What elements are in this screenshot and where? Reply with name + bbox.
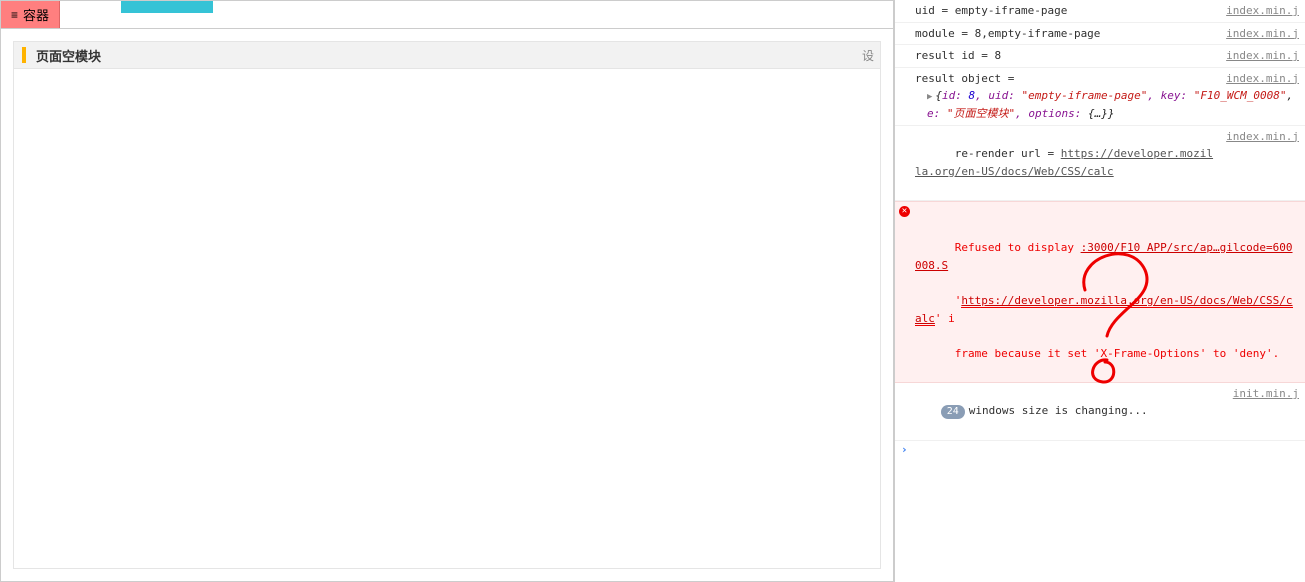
module-header: 页面空模块 设 — [13, 41, 881, 69]
console-log-row[interactable]: result object = index.min.j ▶{id: 8, uid… — [895, 68, 1305, 126]
expand-triangle-icon[interactable]: ▶ — [927, 90, 932, 104]
hamburger-icon: ≡ — [11, 8, 18, 22]
log-object-preview[interactable]: ▶{id: 8, uid: "empty-iframe-page", key: … — [901, 87, 1299, 122]
log-error-message: ✕ Refused to display :3000/F10 APP/src/a… — [901, 204, 1299, 380]
log-message: re-render url = https://developer.mozill… — [901, 128, 1218, 198]
log-message: uid = empty-iframe-page — [901, 2, 1218, 20]
log-source-link[interactable]: init.min.j — [1233, 385, 1299, 438]
log-repeat-badge: 24 — [941, 405, 965, 419]
error-icon: ✕ — [899, 206, 910, 217]
log-message: module = 8,empty-iframe-page — [901, 25, 1218, 43]
tab-label: 容器 — [23, 5, 49, 24]
console-log-row[interactable]: module = 8,empty-iframe-page index.min.j — [895, 23, 1305, 46]
log-message: result id = 8 — [901, 47, 1218, 65]
log-source-link[interactable]: index.min.j — [1226, 47, 1299, 65]
log-source-link[interactable]: index.min.j — [1226, 25, 1299, 43]
log-source-link[interactable]: index.min.j — [1226, 2, 1299, 20]
log-message: result object = — [901, 70, 1218, 88]
console-error-row[interactable]: ✕ Refused to display :3000/F10 APP/src/a… — [895, 201, 1305, 383]
iframe-content-area[interactable] — [13, 69, 881, 569]
log-source-link[interactable]: index.min.j — [1226, 70, 1299, 88]
app-pane: ≡ 容器 页面空模块 设 — [0, 0, 894, 582]
tab-bar: ≡ 容器 — [1, 1, 893, 29]
tab-secondary[interactable] — [121, 1, 213, 13]
console-log-row[interactable]: result id = 8 index.min.j — [895, 45, 1305, 68]
console-log-row[interactable]: re-render url = https://developer.mozill… — [895, 126, 1305, 201]
module-title: 页面空模块 — [36, 46, 101, 65]
console-log-row[interactable]: 24windows size is changing... init.min.j — [895, 383, 1305, 441]
devtools-console: uid = empty-iframe-page index.min.j modu… — [894, 0, 1305, 582]
console-input-prompt[interactable]: › — [895, 441, 1305, 458]
log-source-link[interactable]: index.min.j — [1226, 128, 1299, 198]
tab-container[interactable]: ≡ 容器 — [1, 1, 60, 28]
console-log-row[interactable]: uid = empty-iframe-page index.min.j — [895, 0, 1305, 23]
module-accent — [22, 47, 26, 63]
module-settings-button[interactable]: 设 — [862, 47, 874, 64]
log-message: 24windows size is changing... — [901, 385, 1225, 438]
error-url-link[interactable]: https://developer.mozilla.org/en-US/docs… — [915, 294, 1293, 326]
